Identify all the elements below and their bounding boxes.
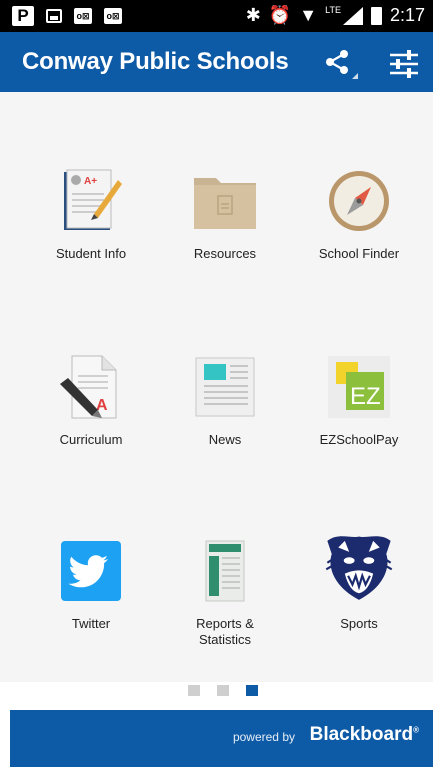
status-bar: P o⊠ o⊠ ✱ ⏰ ▼ LTE 2:17	[0, 0, 433, 32]
blackboard-brand: Blackboard®	[310, 724, 419, 746]
page-dot-1[interactable]	[188, 685, 200, 696]
tile-label: Student Info	[55, 246, 127, 261]
app-grid: A+ Student Info Resources School Finder …	[0, 92, 433, 682]
alarm-icon: ⏰	[268, 5, 292, 25]
svg-text:EZ: EZ	[350, 383, 381, 410]
clock: 2:17	[389, 5, 425, 25]
svg-text:A+: A+	[84, 176, 97, 187]
compass-icon	[329, 171, 389, 231]
signal-icon	[342, 6, 363, 25]
brand-name: Blackboard	[309, 724, 414, 745]
panther-logo-icon	[325, 536, 393, 600]
app-bar: Conway Public Schools	[0, 32, 433, 92]
tile-label: EZSchoolPay	[319, 432, 399, 447]
page-indicator[interactable]	[188, 685, 258, 696]
curriculum-icon: A	[60, 355, 117, 419]
reports-icon	[205, 540, 245, 602]
bluetooth-icon: ✱	[245, 5, 261, 25]
tile-label: School Finder	[318, 246, 400, 261]
outlook-icon: o⊠	[74, 8, 92, 24]
tile-reports-statistics[interactable]: Reports & Statistics	[160, 538, 290, 658]
status-bar-system: ✱ ⏰ ▼ LTE 2:17	[246, 5, 425, 26]
folder-icon	[194, 178, 256, 229]
tune-icon[interactable]	[388, 50, 420, 78]
parking-icon: P	[12, 6, 34, 26]
tile-sports[interactable]: Sports	[294, 536, 424, 658]
tile-resources[interactable]: Resources	[160, 168, 290, 288]
footer: powered by Blackboard®	[0, 710, 433, 767]
network-type: LTE	[325, 4, 341, 15]
page-dot-3[interactable]	[246, 685, 258, 696]
tile-label: News	[208, 432, 242, 447]
tile-label: Twitter	[71, 616, 111, 631]
tile-ezschoolpay[interactable]: EZ EZSchoolPay	[294, 354, 424, 474]
gallery-icon	[46, 9, 62, 23]
powered-by-text: powered by	[232, 730, 295, 744]
tile-label: Reports & Statistics	[196, 616, 254, 647]
outlook-icon: o⊠	[104, 8, 122, 24]
tile-curriculum[interactable]: A Curriculum	[26, 354, 156, 474]
trademark: ®	[413, 725, 419, 735]
app-title: Conway Public Schools	[22, 48, 289, 75]
tile-label: Curriculum	[59, 432, 123, 447]
tile-label: Resources	[193, 246, 257, 261]
status-bar-notifications: P o⊠ o⊠	[12, 6, 122, 26]
tile-news[interactable]: News	[160, 354, 290, 474]
ezschoolpay-icon: EZ	[328, 356, 390, 418]
tile-student-info[interactable]: A+ Student Info	[26, 168, 156, 288]
page-dot-2[interactable]	[217, 685, 229, 696]
news-icon	[195, 357, 255, 417]
tile-label: Sports	[340, 616, 378, 631]
twitter-icon	[61, 541, 121, 601]
footer-edge	[0, 710, 10, 767]
battery-icon	[370, 6, 382, 25]
share-icon[interactable]	[322, 49, 358, 79]
wifi-icon: ▼	[299, 5, 318, 25]
tile-school-finder[interactable]: School Finder	[294, 168, 424, 288]
student-info-icon: A+	[64, 169, 122, 230]
tile-twitter[interactable]: Twitter	[26, 538, 156, 658]
